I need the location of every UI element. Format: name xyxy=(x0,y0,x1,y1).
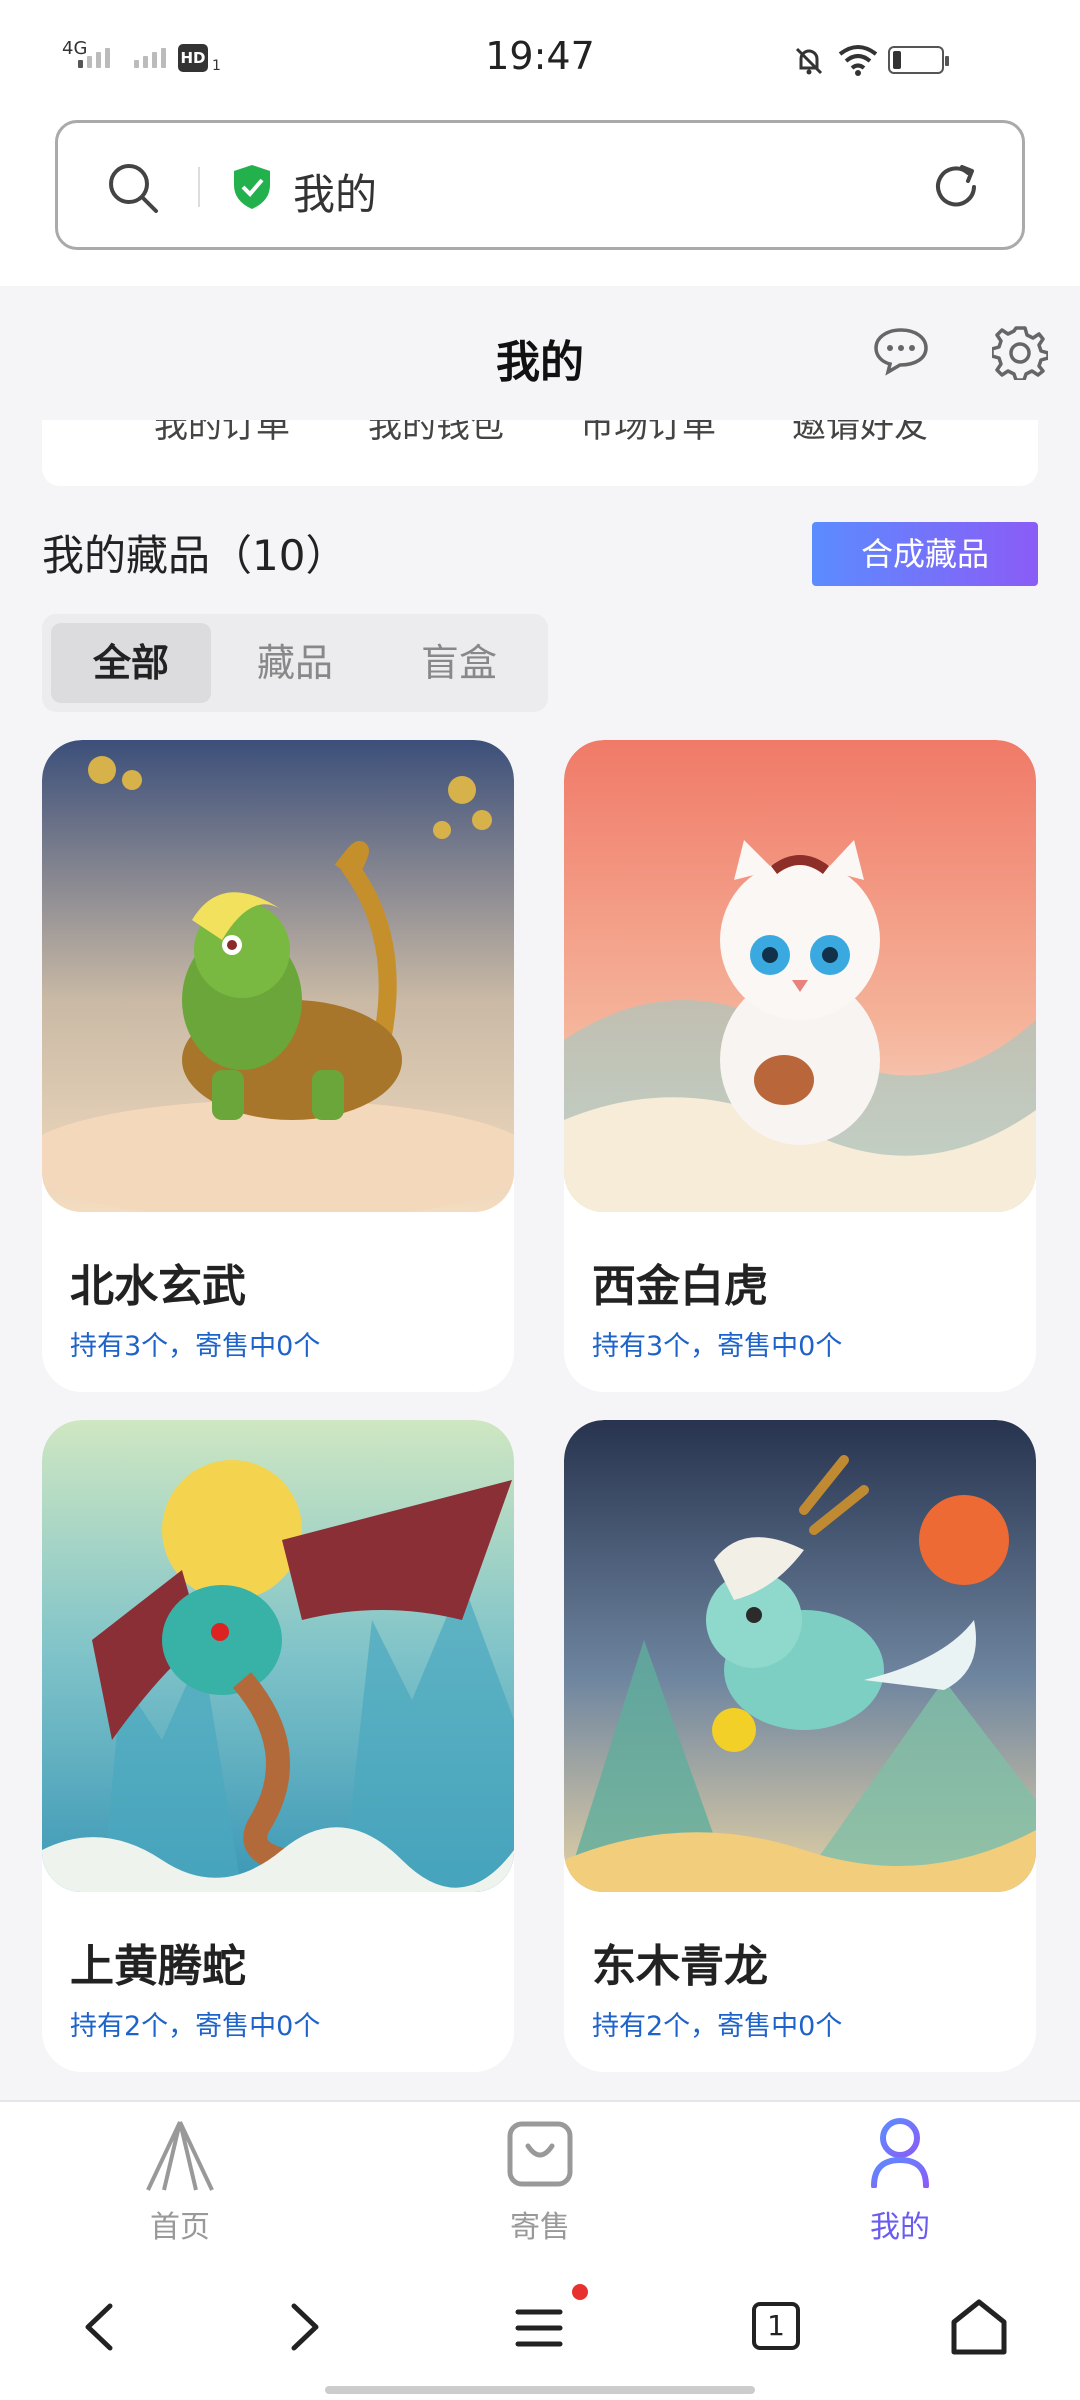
item-name: 北水玄武 xyxy=(70,1261,246,1312)
address-bar[interactable]: 我的 xyxy=(55,120,1025,250)
nav-mine[interactable]: 我的 xyxy=(780,2102,1020,2250)
nav-consign[interactable]: 寄售 xyxy=(420,2102,660,2250)
item-holding: 持有2个，寄售中0个 xyxy=(70,2011,321,2042)
item-holding: 持有3个，寄售中0个 xyxy=(592,1331,843,1362)
item-name: 东木青龙 xyxy=(592,1941,768,1992)
tiger-artwork xyxy=(564,740,1036,1212)
browser-toolbar: 1 xyxy=(0,2248,1080,2400)
page-header: 我的 xyxy=(0,286,1080,420)
address-title: 我的 xyxy=(293,170,378,219)
menu-invite-friends[interactable]: 邀请好友 xyxy=(792,420,928,447)
turtle-artwork xyxy=(42,740,514,1212)
forward-icon[interactable] xyxy=(268,2292,338,2362)
item-holding: 持有2个，寄售中0个 xyxy=(592,2011,843,2042)
item-holding: 持有3个，寄售中0个 xyxy=(70,1331,321,1362)
item-name: 西金白虎 xyxy=(592,1261,768,1312)
bag-icon xyxy=(507,2121,573,2187)
synthesize-button[interactable]: 合成藏品 xyxy=(812,522,1038,586)
bottom-nav: 首页 寄售 我的 xyxy=(0,2100,1080,2248)
collectible-card[interactable]: 北水玄武 持有3个，寄售中0个 xyxy=(42,740,514,1392)
filter-tabs: 全部 藏品 盲盒 xyxy=(42,614,548,712)
nav-label: 寄售 xyxy=(510,2210,570,2245)
address-divider xyxy=(198,167,200,207)
azure-dragon-artwork xyxy=(564,1420,1036,1892)
home-a-icon xyxy=(146,2121,214,2191)
wifi-icon xyxy=(838,45,878,76)
collectible-card[interactable]: 西金白虎 持有3个，寄售中0个 xyxy=(564,740,1036,1392)
notification-dot xyxy=(572,2284,588,2300)
home-icon[interactable] xyxy=(944,2292,1014,2362)
tab-collectibles[interactable]: 藏品 xyxy=(215,623,375,703)
menu-my-orders[interactable]: 我的订单 xyxy=(154,420,290,447)
tab-all[interactable]: 全部 xyxy=(51,623,211,703)
collection-heading: 我的藏品（10） xyxy=(42,531,348,580)
refresh-icon[interactable] xyxy=(928,159,984,215)
search-icon[interactable] xyxy=(106,161,160,215)
menu-market-orders[interactable]: 市场订单 xyxy=(580,420,716,447)
tabs-count-button[interactable]: 1 xyxy=(752,2302,800,2350)
tab-blind-box[interactable]: 盲盒 xyxy=(379,623,539,703)
nav-label: 我的 xyxy=(870,2210,930,2245)
menu-card: 我的订单 我的钱包 市场订单 邀请好友 xyxy=(42,420,1038,486)
back-icon[interactable] xyxy=(66,2292,136,2362)
browser-address-area: 我的 xyxy=(0,110,1080,286)
message-icon[interactable] xyxy=(872,326,930,376)
mute-bell-icon xyxy=(795,47,823,75)
winged-snake-artwork xyxy=(42,1420,514,1892)
menu-icon[interactable] xyxy=(504,2292,574,2362)
status-bar: 4G HD 1 19:47 xyxy=(0,0,1080,110)
battery-icon xyxy=(888,46,949,74)
menu-my-wallet[interactable]: 我的钱包 xyxy=(368,420,504,447)
collectible-card[interactable]: 东木青龙 持有2个，寄售中0个 xyxy=(564,1420,1036,2072)
secure-shield-icon xyxy=(234,165,270,209)
settings-gear-icon[interactable] xyxy=(992,324,1048,380)
item-name: 上黄腾蛇 xyxy=(70,1941,246,1992)
collectible-card[interactable]: 上黄腾蛇 持有2个，寄售中0个 xyxy=(42,1420,514,2072)
user-icon xyxy=(871,2118,929,2188)
nav-home[interactable]: 首页 xyxy=(60,2102,300,2250)
nav-label: 首页 xyxy=(150,2210,210,2245)
home-indicator xyxy=(325,2386,755,2394)
